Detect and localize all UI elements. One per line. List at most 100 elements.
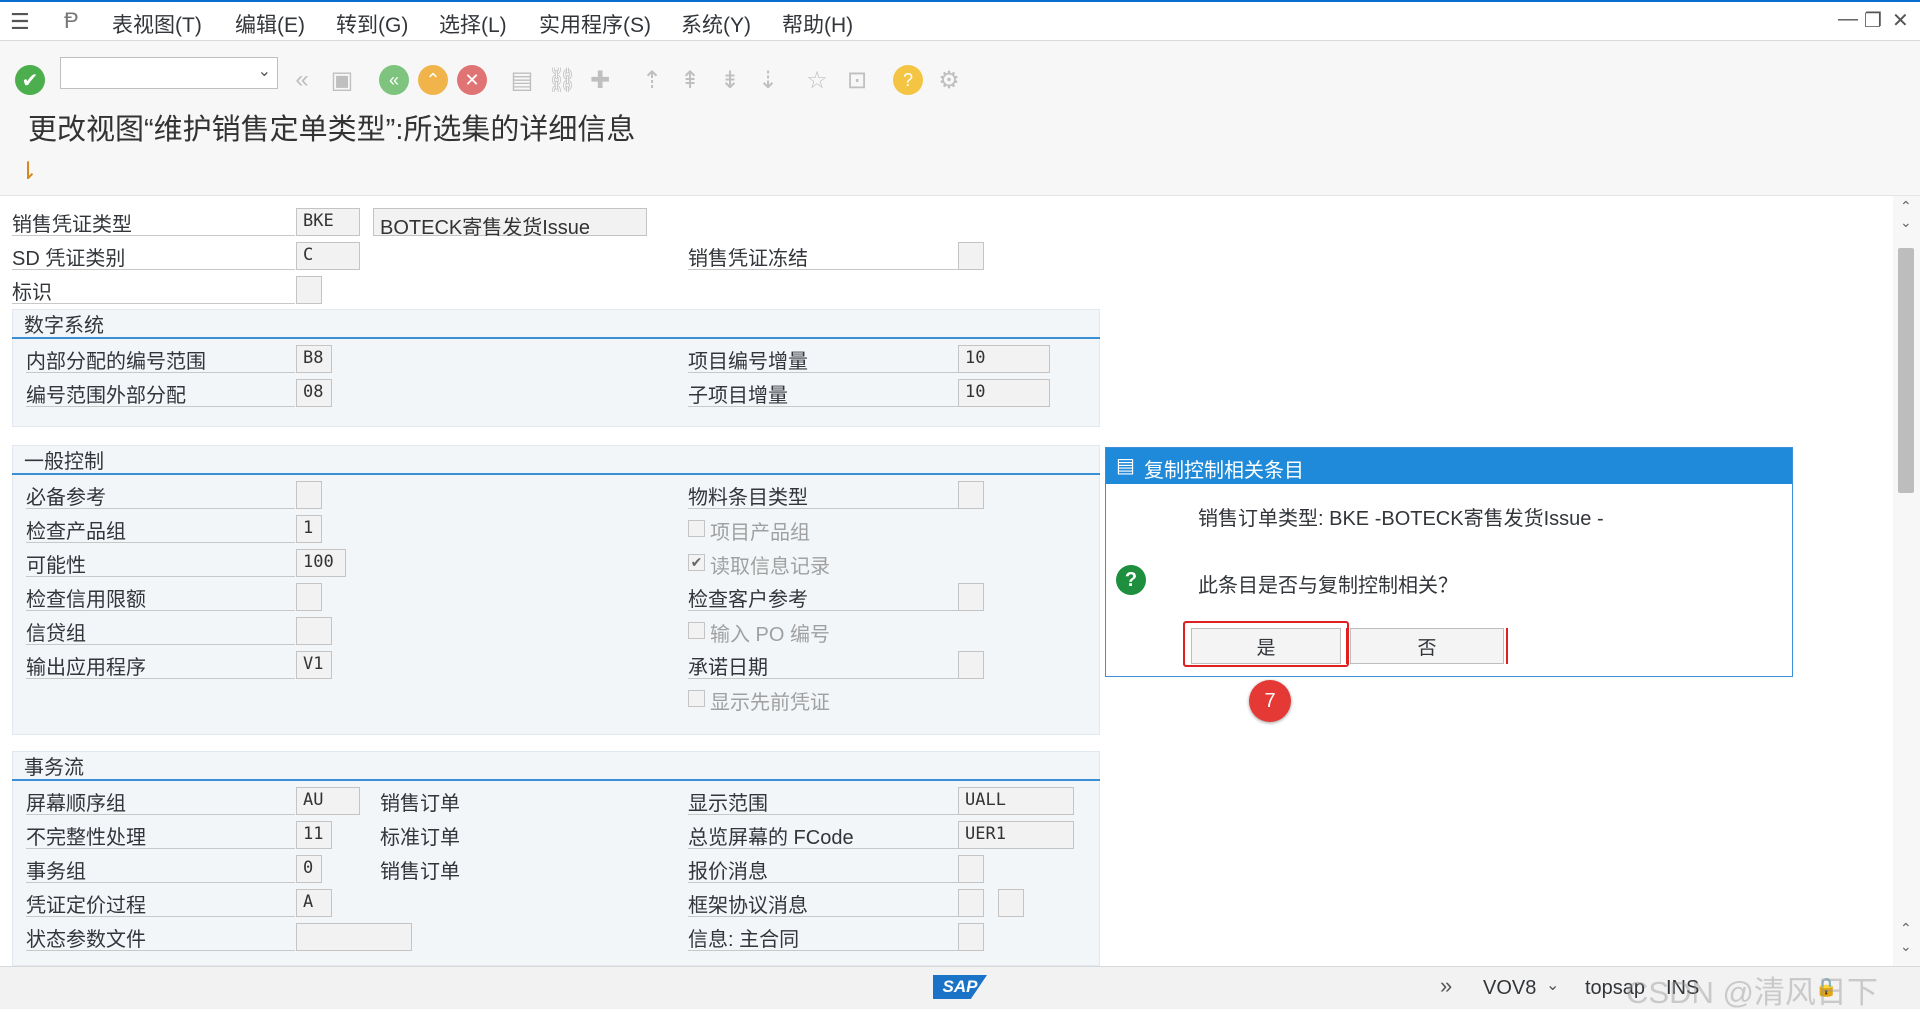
doc-type-field[interactable]: BKE xyxy=(296,208,360,236)
scroll-up-icon[interactable]: ⌃ xyxy=(1900,198,1912,215)
scroll-bottom-up-icon[interactable]: ⌃ xyxy=(1900,920,1912,937)
sap-menu-icon[interactable]: ☰ xyxy=(10,9,30,35)
item-increment-label: 项目编号增量 xyxy=(688,345,958,373)
quotation-msg-label: 报价消息 xyxy=(688,855,958,883)
indicator-field[interactable] xyxy=(296,276,322,304)
menu-help[interactable]: 帮助(H) xyxy=(782,9,853,39)
outline-msg-extra-field[interactable] xyxy=(998,889,1024,917)
output-app-field[interactable]: V1 xyxy=(296,651,332,679)
transaction-code[interactable]: VOV8 xyxy=(1483,977,1536,1000)
question-icon: ? xyxy=(1116,565,1146,595)
scroll-thumb[interactable] xyxy=(1898,248,1914,493)
check-credit-field[interactable] xyxy=(296,583,322,611)
minimize-icon[interactable]: — xyxy=(1838,8,1858,31)
restore-icon[interactable]: ❐ xyxy=(1864,8,1882,33)
commit-date-field[interactable] xyxy=(958,651,984,679)
transaction-flow-title: 事务流 xyxy=(12,751,1100,781)
read-info-checkbox[interactable]: ✔ xyxy=(688,554,705,571)
exit-icon[interactable]: ⌃ xyxy=(418,65,448,95)
settings-gear-icon[interactable]: ⚙ xyxy=(932,63,966,97)
menu-edit[interactable]: 编辑(E) xyxy=(235,9,305,39)
sd-category-field[interactable]: C xyxy=(296,242,360,270)
yes-highlight-frame xyxy=(1183,621,1349,667)
probability-label: 可能性 xyxy=(26,549,295,577)
probability-field[interactable]: 100 xyxy=(296,549,346,577)
cancel-icon[interactable]: ✕ xyxy=(457,65,487,95)
item-division-label: 项目产品组 xyxy=(710,522,810,544)
expand-status-icon[interactable]: » xyxy=(1440,973,1452,999)
material-item-label: 物料条目类型 xyxy=(688,481,958,509)
subitem-increment-field[interactable]: 10 xyxy=(958,379,1050,407)
step-badge: 7 xyxy=(1249,680,1291,722)
screen-seq-label: 屏幕顺序组 xyxy=(26,787,295,815)
back-double-arrow-icon[interactable]: « xyxy=(285,63,319,97)
find-next-icon[interactable]: ✚ xyxy=(583,63,617,97)
scroll-down-icon[interactable]: ⌄ xyxy=(1900,214,1912,231)
transaction-group-desc: 销售订单 xyxy=(380,861,460,883)
item-division-checkbox[interactable] xyxy=(688,520,705,537)
output-app-label: 输出应用程序 xyxy=(26,651,295,679)
credit-group-field[interactable] xyxy=(296,617,332,645)
back-icon[interactable]: « xyxy=(379,65,409,95)
credit-group-label: 信贷组 xyxy=(26,617,295,645)
status-profile-label: 状态参数文件 xyxy=(26,923,295,951)
shortcut-icon[interactable]: ⊡ xyxy=(840,63,874,97)
menu-goto[interactable]: 转到(G) xyxy=(336,9,408,39)
number-system-title: 数字系统 xyxy=(12,309,1100,339)
chevron-down-icon[interactable]: ⌄ xyxy=(258,61,271,81)
next-page-icon[interactable]: ⇟ xyxy=(713,63,747,97)
doc-type-description: BOTECK寄售发货Issue xyxy=(373,208,647,239)
watermark: CSDN @清风日下 xyxy=(1626,975,1878,1010)
transaction-group-field[interactable]: 0 xyxy=(296,855,322,883)
check-division-field[interactable]: 1 xyxy=(296,515,322,543)
dialog-window-icon: ▤ xyxy=(1116,455,1135,477)
find-icon[interactable]: ⛓ xyxy=(545,63,579,97)
check-customer-label: 检查客户参考 xyxy=(688,583,958,611)
ref-mandatory-field[interactable] xyxy=(296,481,322,509)
info-master-field[interactable] xyxy=(958,923,984,951)
page-title: 更改视图“维护销售定单类型”:所选集的详细信息 xyxy=(28,114,636,146)
menu-select[interactable]: 选择(L) xyxy=(439,9,507,39)
command-field[interactable]: ⌄ xyxy=(60,57,278,89)
incompletion-field[interactable]: 11 xyxy=(296,821,332,849)
freeze-field[interactable] xyxy=(958,242,984,270)
close-icon[interactable]: ✕ xyxy=(1892,8,1909,33)
last-page-icon[interactable]: ⇣ xyxy=(751,63,785,97)
show-previous-checkbox[interactable] xyxy=(688,690,705,707)
dialog-header: ▤ 复制控制相关条目 xyxy=(1106,448,1792,484)
item-increment-field[interactable]: 10 xyxy=(958,345,1050,373)
external-range-field[interactable]: 08 xyxy=(296,379,332,407)
indicator-label: 标识 xyxy=(12,276,295,304)
check-customer-field[interactable] xyxy=(958,583,984,611)
outline-msg-field[interactable] xyxy=(958,889,984,917)
application-toolbar: ⇂ xyxy=(0,151,1920,196)
copy-control-dialog: ▤ 复制控制相关条目 销售订单类型: BKE -BOTECK寄售发货Issue … xyxy=(1105,447,1793,677)
dialog-title: 复制控制相关条目 xyxy=(1144,460,1304,482)
hierarchy-icon[interactable]: ⇂ xyxy=(18,157,38,186)
help-icon[interactable]: ? xyxy=(893,65,923,95)
print-icon[interactable]: ▤ xyxy=(505,63,539,97)
create-session-icon[interactable]: ☆ xyxy=(800,63,834,97)
material-item-field[interactable] xyxy=(958,481,984,509)
menu-utilities[interactable]: 实用程序(S) xyxy=(539,9,651,39)
menu-system[interactable]: 系统(Y) xyxy=(681,9,751,39)
enter-po-checkbox[interactable] xyxy=(688,622,705,639)
no-highlight-frame xyxy=(1346,628,1508,664)
status-profile-field[interactable] xyxy=(296,923,412,951)
internal-range-field[interactable]: B8 xyxy=(296,345,332,373)
menu-table-view[interactable]: 表视图(T) xyxy=(112,9,202,39)
display-range-field[interactable]: UALL xyxy=(958,787,1074,815)
fcode-field[interactable]: UER1 xyxy=(958,821,1074,849)
vertical-scrollbar[interactable]: ⌃ ⌄ ⌃ ⌄ xyxy=(1893,196,1920,966)
first-page-icon[interactable]: ⇡ xyxy=(635,63,669,97)
save-icon[interactable]: ▣ xyxy=(325,63,359,97)
screen-seq-field[interactable]: AU xyxy=(296,787,360,815)
transaction-dropdown-icon[interactable]: ⌄ xyxy=(1546,975,1559,995)
pricing-procedure-field[interactable]: A xyxy=(296,889,332,917)
scroll-bottom-down-icon[interactable]: ⌄ xyxy=(1900,938,1912,955)
incompletion-desc: 标准订单 xyxy=(380,827,460,849)
quotation-msg-field[interactable] xyxy=(958,855,984,883)
previous-page-icon[interactable]: ⇞ xyxy=(673,63,707,97)
enter-icon[interactable]: ✔ xyxy=(15,65,45,95)
customize-icon[interactable]: Ᵽ xyxy=(64,8,79,34)
